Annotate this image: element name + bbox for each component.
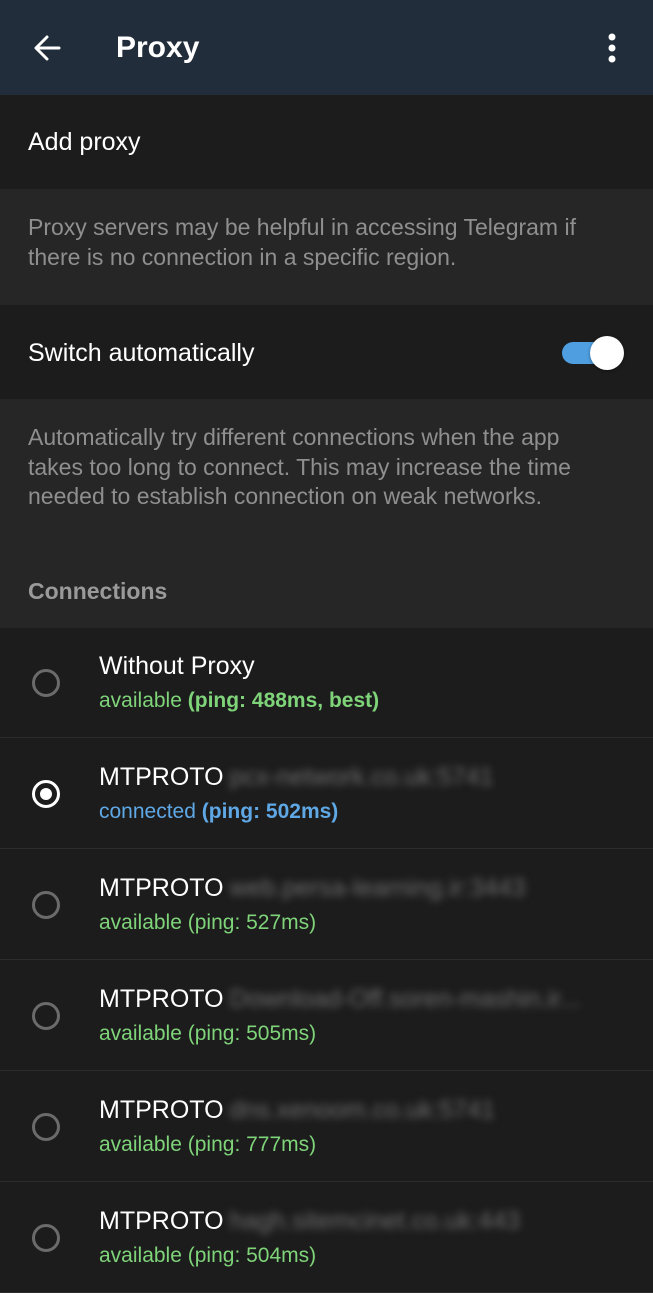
app-bar: Proxy [0,0,653,95]
radio-unselected-icon[interactable] [32,1002,60,1030]
status-word: available [99,689,182,712]
connection-type: MTPROTO [99,874,224,902]
row-divider [0,737,653,738]
row-divider [0,1070,653,1071]
switch-info-text: Automatically try different connections … [28,424,571,509]
radio-dot [40,788,52,800]
connection-name: Without Proxy [99,650,255,682]
status-word: available [99,1133,182,1156]
connection-host: hagh.sitemcinet.co.uk:443 [229,1207,521,1235]
connection-type: MTPROTO [99,1096,224,1124]
proxy-info-block: Proxy servers may be helpful in accessin… [0,189,653,305]
connection-status: available (ping: 527ms) [99,909,316,937]
connection-name: MTPROTO web.persa-learning.ir:3443 [99,872,526,904]
switch-info-block: Automatically try different connections … [0,399,653,628]
connection-row[interactable]: MTPROTO web.persa-learning.ir:3443 availab… [0,850,653,960]
connection-host: Download-Off.soren-mashin.ir... [229,985,581,1013]
connection-status: available (ping: 504ms) [99,1242,316,1270]
radio-unselected-icon[interactable] [32,1224,60,1252]
connection-status: available (ping: 488ms, best) [99,687,379,715]
connection-type: MTPROTO [99,763,224,791]
connection-row[interactable]: MTPROTO dns.xenoom.co.uk:5741 available (p… [0,1072,653,1182]
row-divider [0,848,653,849]
connection-status: connected (ping: 502ms) [99,798,338,826]
connection-status: available (ping: 777ms) [99,1131,316,1159]
connection-host: web.persa-learning.ir:3443 [229,874,526,902]
proxy-info-text: Proxy servers may be helpful in accessin… [28,214,576,270]
ping-value: (ping: 488ms, best) [187,689,380,712]
connection-name: MTPROTO dns.xenoom.co.uk:5741 [99,1094,495,1126]
more-vertical-icon [608,33,616,63]
radio-unselected-icon[interactable] [32,891,60,919]
back-button[interactable] [22,26,72,70]
ping-value: (ping: 502ms) [201,800,339,823]
connection-type: MTPROTO [99,985,224,1013]
connections-header: Connections [28,578,168,604]
arrow-left-icon [34,35,61,61]
radio-unselected-icon[interactable] [32,1113,60,1141]
status-word: available [99,1244,182,1267]
connection-row[interactable]: MTPROTO pcx-network.co.uk:5741 connected (… [0,739,653,849]
connection-type: MTPROTO [99,1207,224,1235]
connection-status: available (ping: 505ms) [99,1020,316,1048]
ping-value: (ping: 527ms) [187,911,317,934]
connection-type: Without Proxy [99,652,255,680]
switch-automatically-toggle[interactable] [560,336,626,370]
page-title: Proxy [116,31,200,64]
switch-automatically-label: Switch automatically [28,339,255,367]
ping-value: (ping: 504ms) [187,1244,317,1267]
radio-selected-icon[interactable] [32,780,60,808]
more-options-button[interactable] [590,26,634,70]
add-proxy-row[interactable]: Add proxy [0,95,653,189]
status-word: available [99,911,182,934]
connection-row[interactable]: Without Proxy available (ping: 488ms, bes… [0,628,653,738]
add-proxy-label: Add proxy [28,128,141,156]
connection-host: dns.xenoom.co.uk:5741 [229,1096,496,1124]
status-word: connected [99,800,196,823]
connection-name: MTPROTO hagh.sitemcinet.co.uk:443 [99,1205,520,1237]
connection-row[interactable]: MTPROTO Download-Off.soren-mashin.ir... av… [0,961,653,1071]
connection-host: pcx-network.co.uk:5741 [229,763,494,791]
connection-name: MTPROTO Download-Off.soren-mashin.ir... [99,983,581,1015]
status-word: available [99,1022,182,1045]
radio-unselected-icon[interactable] [32,669,60,697]
toggle-knob [590,336,624,370]
switch-automatically-row[interactable]: Switch automatically [0,305,653,399]
row-divider [0,959,653,960]
connection-row[interactable]: MTPROTO hagh.sitemcinet.co.uk:443 availabl… [0,1183,653,1293]
row-divider [0,1181,653,1182]
ping-value: (ping: 505ms) [187,1022,317,1045]
ping-value: (ping: 777ms) [187,1133,317,1156]
connection-name: MTPROTO pcx-network.co.uk:5741 [99,761,494,793]
